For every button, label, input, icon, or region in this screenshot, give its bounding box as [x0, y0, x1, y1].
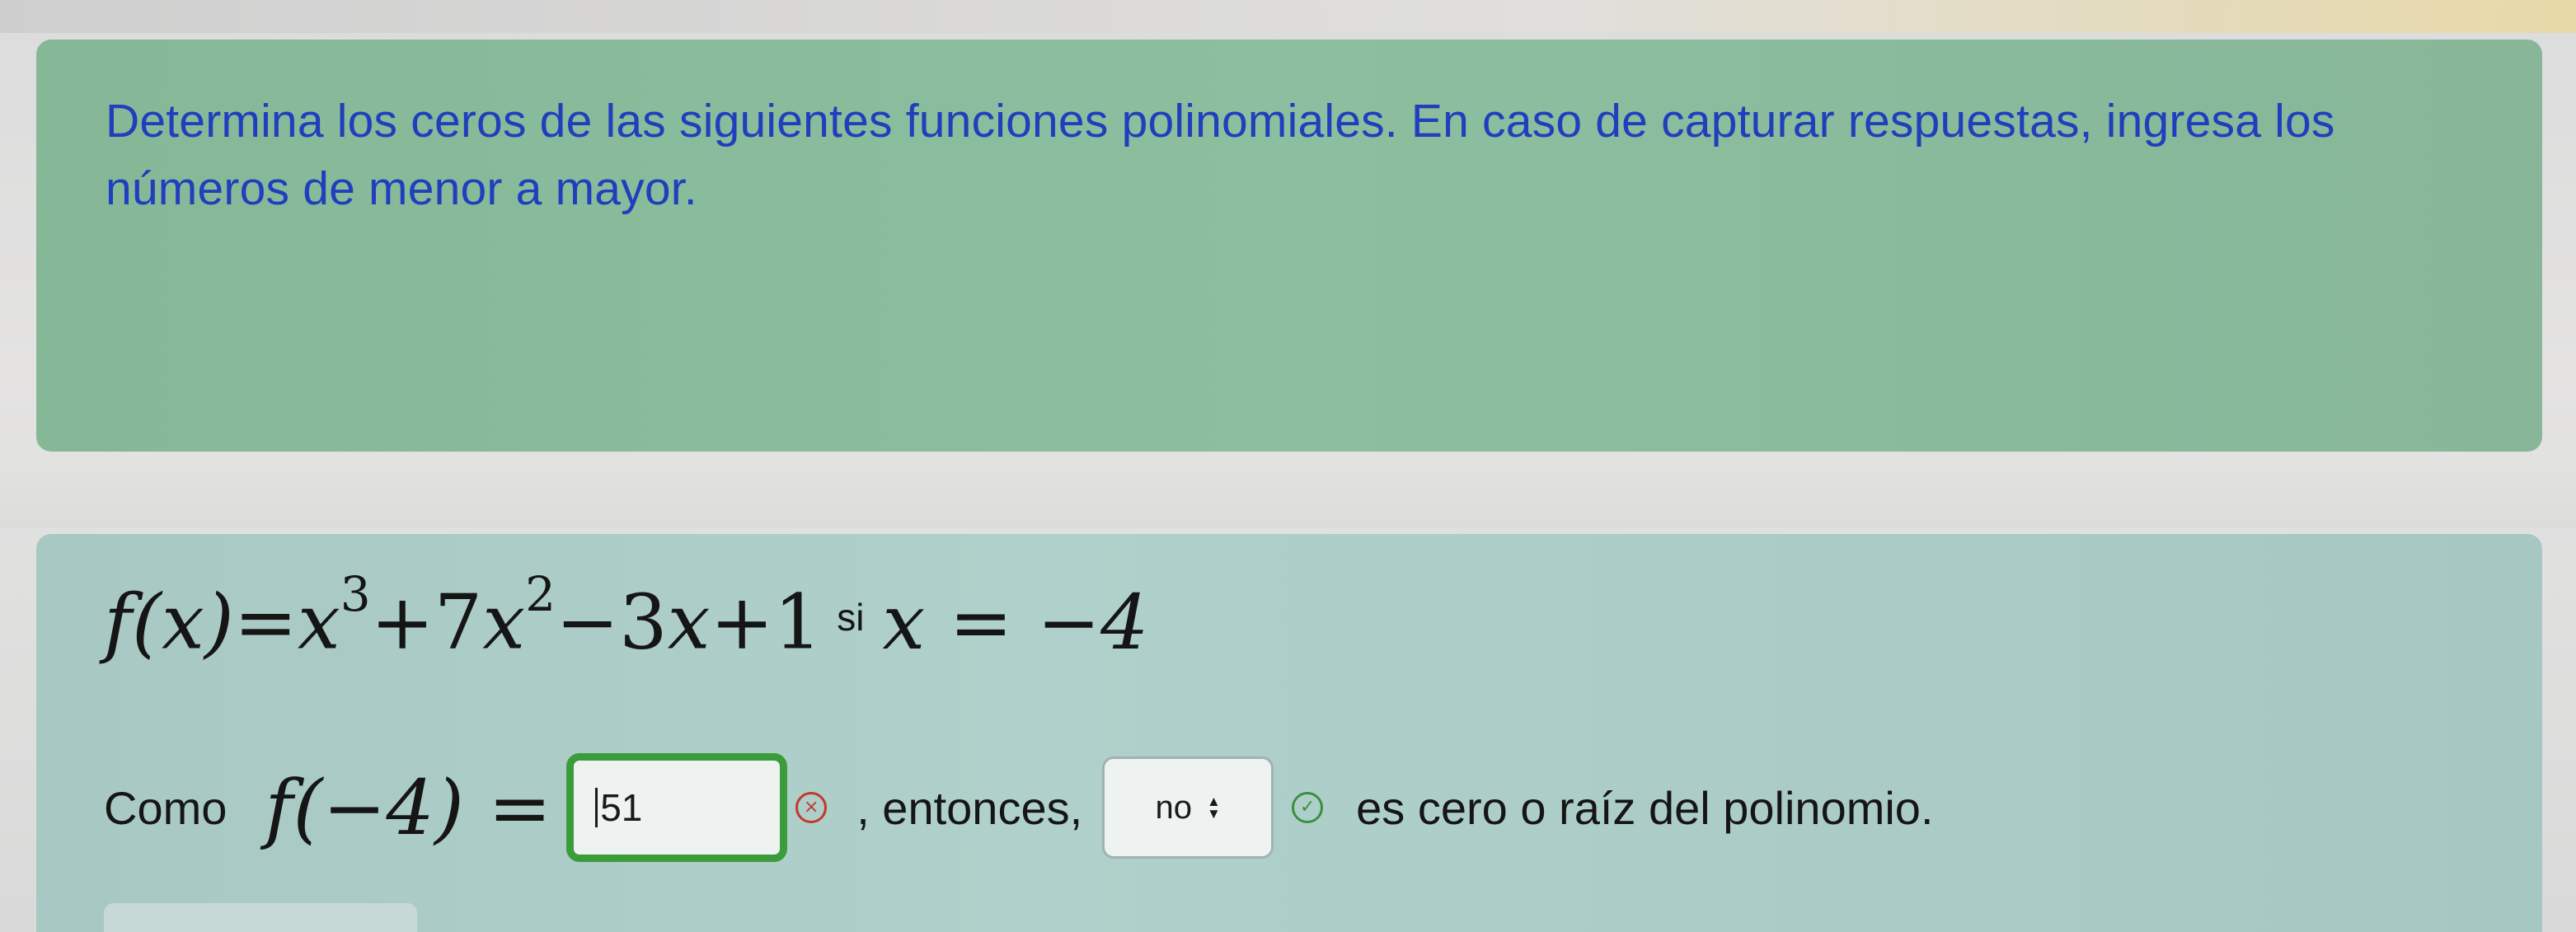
conclusion-text: es cero o raíz del polinomio. [1356, 781, 1934, 834]
variable-x-linear: x [667, 578, 711, 667]
instructions-text: Determina los ceros de las siguientes fu… [106, 95, 2335, 215]
correct-icon: ✓ [1292, 792, 1324, 823]
top-strip [0, 0, 2576, 33]
section-divider [0, 461, 2576, 527]
equals-sign: = [233, 578, 298, 667]
f-of-neg4-expression: f(−4) = [265, 763, 552, 852]
incorrect-icon: × [795, 792, 828, 823]
bottom-tab [104, 903, 417, 932]
exponent-2: 2 [525, 566, 556, 623]
value-input-text: 51 [600, 786, 643, 829]
select-value: no [1155, 789, 1192, 826]
variable-x-squared: x [482, 578, 526, 667]
text-cursor [595, 788, 598, 827]
si-label: si [837, 596, 865, 639]
como-label: Como [104, 781, 228, 834]
es-cero-select[interactable]: no ▲ ▼ [1102, 756, 1274, 859]
evaluation-point: x = −4 [882, 578, 1149, 667]
answer-sentence: Como f(−4) = 51 × , entonces, no ▲ ▼ ✓ e… [104, 742, 1934, 873]
variable-x-cubed: x [297, 578, 340, 667]
instructions-panel: Determina los ceros de las siguientes fu… [36, 40, 2542, 452]
entonces-label: , entonces, [856, 781, 1083, 834]
select-arrows-icon: ▲ ▼ [1206, 794, 1221, 822]
value-input-field[interactable]: 51 [566, 753, 788, 862]
function-definition: f(x)=x3+7x2−3x+1 si x = −4 [104, 566, 1149, 676]
function-name: f(x) [104, 578, 234, 667]
term-plus-7: +7 [370, 578, 483, 667]
term-plus-1: +1 [710, 578, 823, 667]
exponent-3: 3 [340, 566, 371, 623]
function-expression: f(x)=x3+7x2−3x+1 [104, 566, 823, 667]
term-minus-3: −3 [556, 578, 668, 667]
